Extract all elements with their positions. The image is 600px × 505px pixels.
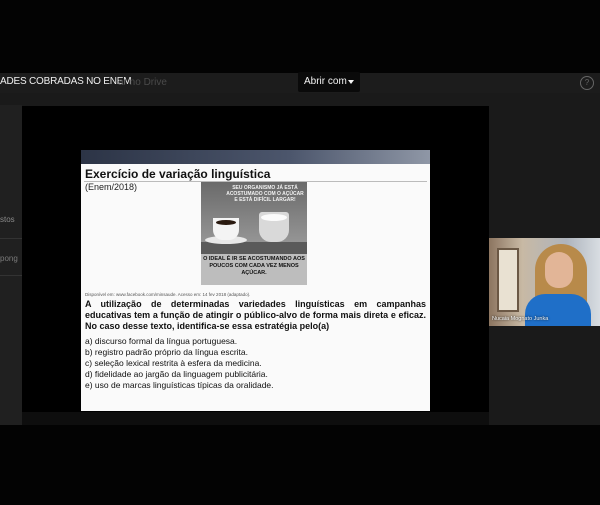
milk [261, 214, 287, 221]
viewer-footer-area [22, 412, 489, 425]
open-with-button[interactable]: Abrir com [298, 72, 360, 92]
slide-subtitle: (Enem/2018) [85, 182, 138, 192]
open-with-label: Abrir com [304, 76, 347, 87]
left-panel-item[interactable]: stos [0, 215, 15, 224]
cartoon-table [201, 242, 307, 254]
participant-name: Nucaia Mognato Junka [492, 316, 549, 322]
option-c: c) seleção lexical restrita à esfera da … [85, 358, 262, 368]
participant-video-tile[interactable] [489, 238, 600, 326]
slide-header-bar [81, 150, 430, 164]
answer-options: a) discurso formal da língua portuguesa.… [85, 336, 426, 391]
question-text: A utilização de determinadas variedades … [85, 299, 426, 331]
viewer-header-area [22, 106, 489, 150]
cartoon-bottom-caption: O IDEAL É IR SE ACOSTUMANDO AOS POUCOS C… [203, 256, 305, 276]
cartoon-top-caption: SEU ORGANISMO JÁ ESTÁ ACOSTUMADO COM O A… [226, 185, 304, 203]
video-window [497, 248, 519, 312]
chevron-down-icon [348, 80, 354, 84]
left-panel [0, 105, 22, 425]
divider [0, 238, 22, 239]
participant-face [545, 252, 573, 288]
option-a: a) discurso formal da língua portuguesa. [85, 336, 238, 346]
document-title: ADES COBRADAS NO ENEM [0, 76, 132, 87]
help-icon[interactable]: ? [580, 76, 594, 90]
option-d: d) fidelidade ao jargão da linguagem pub… [85, 369, 268, 379]
slide-title: Exercício de variação linguística [85, 167, 271, 181]
drive-hint: ar no Drive [118, 77, 167, 88]
option-e: e) uso de marcas linguísticas típicas da… [85, 380, 274, 390]
left-panel-item[interactable]: pong [0, 254, 18, 263]
cartoon-image: SEU ORGANISMO JÁ ESTÁ ACOSTUMADO COM O A… [201, 182, 307, 285]
image-credit: Disponível em: www.facebook.com/minsaude… [85, 292, 251, 297]
divider [0, 275, 22, 276]
option-b: b) registro padrão próprio da língua esc… [85, 347, 249, 357]
coffee-cup [213, 218, 239, 240]
slide: Exercício de variação linguística (Enem/… [81, 150, 430, 411]
coffee [216, 220, 236, 225]
